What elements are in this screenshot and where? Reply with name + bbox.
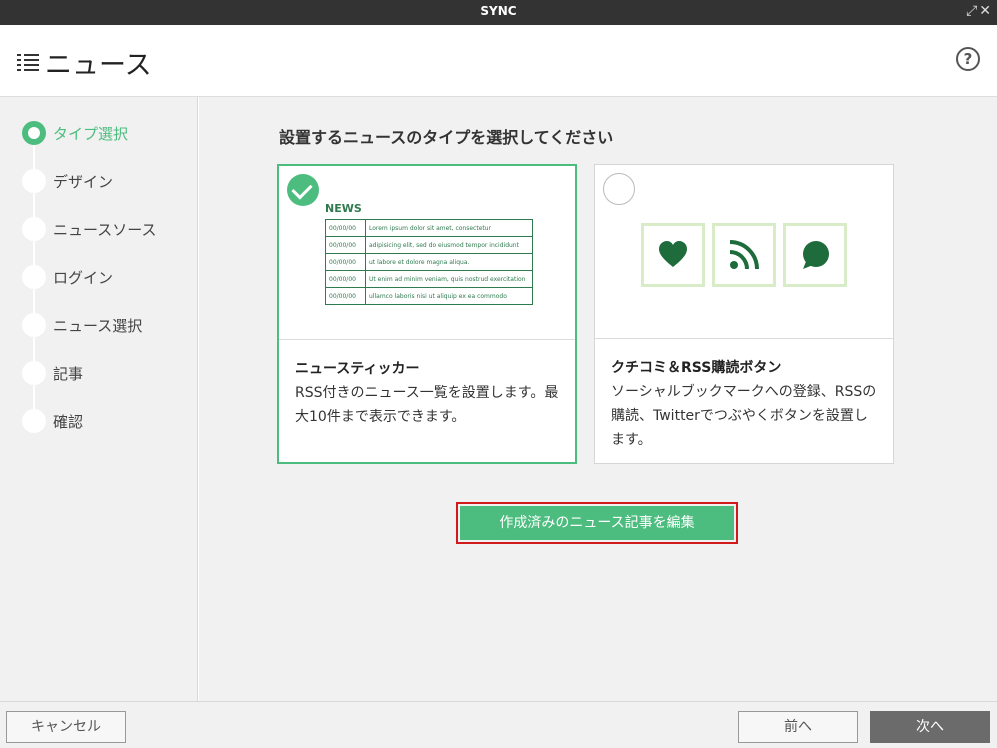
step-design[interactable]: デザイン — [22, 169, 192, 193]
step-dot — [22, 313, 46, 337]
window-controls: ⤢✕ — [966, 3, 993, 19]
step-label: 確認 — [53, 413, 84, 431]
step-label: デザイン — [53, 173, 114, 191]
card-preview: NEWS 00/00/00 Lorem ipsum dolor sit amet,… — [279, 166, 575, 340]
preview-title: NEWS — [325, 202, 362, 215]
table-row: 00/00/00 ut labore et dolore magna aliqua… — [325, 253, 533, 271]
step-dot — [22, 169, 46, 193]
table-row: 00/00/00 Lorem ipsum dolor sit amet, cons… — [325, 219, 533, 237]
step-news-source[interactable]: ニュースソース — [22, 217, 192, 241]
checkmark-icon — [287, 174, 319, 206]
step-confirm[interactable]: 確認 — [22, 409, 192, 433]
table-row: 00/00/00 Ut enim ad minim veniam, quis no… — [325, 270, 533, 288]
table-row: 00/00/00 ullamco laboris nisi ut aliquip … — [325, 287, 533, 305]
window-title: SYNC — [480, 4, 517, 18]
step-dot — [22, 361, 46, 385]
window-titlebar: SYNC ⤢✕ — [0, 0, 997, 25]
step-type-select[interactable]: タイプ選択 — [22, 121, 192, 145]
table-row: 00/00/00 adipisicing elit, sed do eiusmod… — [325, 236, 533, 254]
step-label: ログイン — [53, 269, 114, 287]
card-description: ソーシャルブックマークへの登録、RSSの購読、Twitterでつぶやくボタンを設… — [611, 384, 877, 448]
rss-icon — [712, 223, 776, 287]
expand-icon[interactable]: ⤢ — [966, 3, 979, 19]
close-icon[interactable]: ✕ — [979, 3, 993, 19]
main-panel: 設置するニュースのタイプを選択してください NEWS 00/00/00 Lorem… — [199, 97, 997, 701]
next-button[interactable]: 次へ — [870, 711, 990, 743]
speech-bubble-icon — [783, 223, 847, 287]
card-description: RSS付きのニュース一覧を設置します。最大10件まで表示できます。 — [295, 385, 559, 425]
step-news-select[interactable]: ニュース選択 — [22, 313, 192, 337]
step-label: タイプ選択 — [53, 125, 129, 143]
step-dot — [22, 217, 46, 241]
list-menu-icon — [17, 53, 39, 73]
preview-table: 00/00/00 Lorem ipsum dolor sit amet, cons… — [325, 219, 533, 305]
step-label: ニュース選択 — [53, 317, 143, 335]
help-icon[interactable]: ? — [956, 47, 980, 71]
radio-unchecked-icon — [603, 173, 635, 205]
step-article[interactable]: 記事 — [22, 361, 192, 385]
step-dot — [22, 265, 46, 289]
step-dot-active — [22, 121, 46, 145]
card-title: ニュースティッカー — [295, 361, 420, 377]
footer-bar: キャンセル 前へ 次へ — [0, 701, 997, 748]
news-ticker-card[interactable]: NEWS 00/00/00 Lorem ipsum dolor sit amet,… — [277, 164, 577, 464]
step-label: ニュースソース — [53, 221, 157, 239]
page-header: ニュース ? — [0, 25, 997, 97]
card-title: クチコミ＆RSS購読ボタン — [611, 360, 782, 376]
page-title: ニュース — [45, 50, 152, 81]
news-ticker-preview: NEWS 00/00/00 Lorem ipsum dolor sit amet,… — [325, 202, 535, 305]
step-dot — [22, 409, 46, 433]
step-label: 記事 — [53, 365, 84, 383]
social-rss-card[interactable]: クチコミ＆RSS購読ボタン ソーシャルブックマークへの登録、RSSの購読、Twi… — [594, 164, 894, 464]
heart-icon — [641, 223, 705, 287]
edit-existing-news-button[interactable]: 作成済みのニュース記事を編集 — [456, 502, 738, 544]
cancel-button[interactable]: キャンセル — [6, 711, 126, 743]
edit-button-label: 作成済みのニュース記事を編集 — [460, 506, 734, 540]
card-preview — [595, 165, 893, 339]
section-heading: 設置するニュースのタイプを選択してください — [279, 128, 614, 147]
prev-button[interactable]: 前へ — [738, 711, 858, 743]
step-login[interactable]: ログイン — [22, 265, 192, 289]
